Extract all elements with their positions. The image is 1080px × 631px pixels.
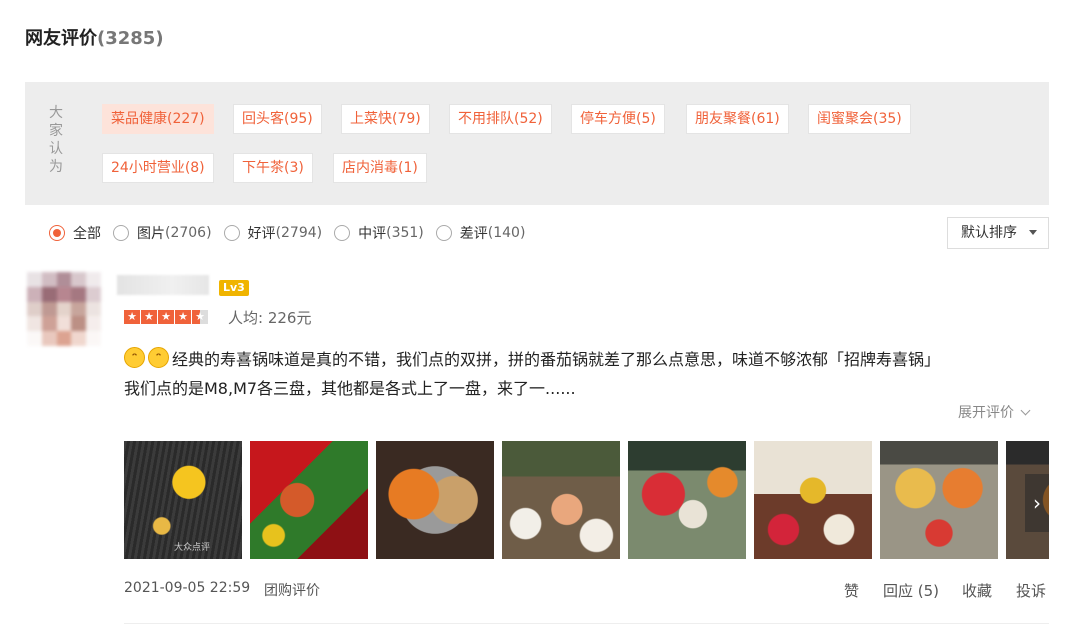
filter-all[interactable]: 全部 [49,223,101,243]
tag-item[interactable]: 店内消毒(1) [333,153,427,183]
tag-panel: 大家认为 菜品健康(227) 回头客(95) 上菜快(79) 不用排队(52) … [25,82,1049,205]
report-button[interactable]: 投诉 [1016,580,1046,601]
tag-item[interactable]: 回头客(95) [233,104,322,134]
filter-count: (351) [386,225,424,241]
review-photo[interactable] [376,441,494,559]
radio-icon [113,225,129,241]
tag-item[interactable]: 菜品健康(227) [102,104,214,134]
tag-item[interactable]: 24小时营业(8) [102,153,214,183]
next-photo-button[interactable]: › [1025,474,1049,532]
expand-review-link[interactable]: 展开评价 [958,402,1031,422]
star-icon: ★ [158,310,174,324]
radio-icon [334,225,351,241]
page-title: 网友评价(3285) [25,24,164,50]
filter-count: (140) [487,225,526,241]
review-photo[interactable] [250,441,368,559]
star-icon: ★ [141,310,157,324]
tag-item[interactable]: 不用排队(52) [449,104,552,134]
sort-dropdown[interactable]: 默认排序 [947,217,1049,249]
title-text: 网友评价 [25,28,97,49]
avatar[interactable] [27,272,101,346]
caret-down-icon [1029,230,1037,235]
filter-label: 差评 [459,226,488,242]
filter-negative[interactable]: 差评 (140) [435,223,526,243]
review-date: 2021-09-05 22:59 [124,580,251,596]
tag-item[interactable]: 闺蜜聚会(35) [808,104,911,134]
tag-item[interactable]: 停车方便(5) [571,104,665,134]
star-icon: ★ [124,310,140,324]
filter-label: 图片 [137,226,165,242]
sort-label: 默认排序 [961,225,1017,241]
grin-emoji-icon: ᵔ [124,347,145,368]
review-photo[interactable] [880,441,998,559]
filter-positive[interactable]: 好评 (2794) [223,223,323,243]
filter-count: (2706) [165,225,212,241]
review-filter-group: 全部 图片 (2706) 好评 (2794) 中评 (351) 差评 (140) [49,222,537,244]
tag-item[interactable]: 下午茶(3) [233,153,313,183]
expand-label: 展开评价 [958,405,1014,421]
review-count: (3285) [97,28,164,49]
star-icon: ★ [175,310,191,324]
radio-icon [435,225,452,241]
radio-icon [49,225,65,241]
avg-price: 人均: 226元 [228,309,312,327]
rating-stars: ★ ★ ★ ★ ★ [124,310,209,324]
filter-label: 中评 [358,226,387,242]
chevron-right-icon: › [1033,491,1041,515]
photo-strip: 大众点评 [124,441,1049,559]
grin-emoji-icon: ᵔ [148,347,169,368]
reply-button[interactable]: 回应 (5) [883,580,939,601]
filter-neutral[interactable]: 中评 (351) [334,223,424,243]
review-photo[interactable] [754,441,872,559]
favorite-button[interactable]: 收藏 [962,580,992,601]
filter-label: 好评 [247,226,276,242]
review-photo[interactable]: 大众点评 [124,441,242,559]
review-photo[interactable] [502,441,620,559]
filter-count: (2794) [275,225,323,241]
half-star-icon: ★ [192,310,208,324]
filter-label: 全部 [73,226,101,242]
review-text: 经典的寿喜锅味道是真的不错，我们点的双拼，拼的番茄锅就差了那么点意思，味道不够浓… [172,350,941,369]
tag-item[interactable]: 上菜快(79) [341,104,430,134]
level-badge: Lv3 [219,280,249,296]
review-photo[interactable] [628,441,746,559]
like-button[interactable]: 赞 [844,580,859,601]
review-text: 我们点的是M8,M7各三盘，其他都是各式上了一盘，来了一...... [124,379,576,398]
review-source: 团购评价 [264,583,320,599]
tag-item[interactable]: 朋友聚餐(61) [686,104,789,134]
divider [124,623,1049,624]
tag-panel-label: 大家认为 [49,105,63,175]
chevron-down-icon [1020,405,1031,416]
username-blurred[interactable] [117,275,209,295]
radio-icon [223,225,240,241]
filter-photos[interactable]: 图片 (2706) [113,223,212,243]
